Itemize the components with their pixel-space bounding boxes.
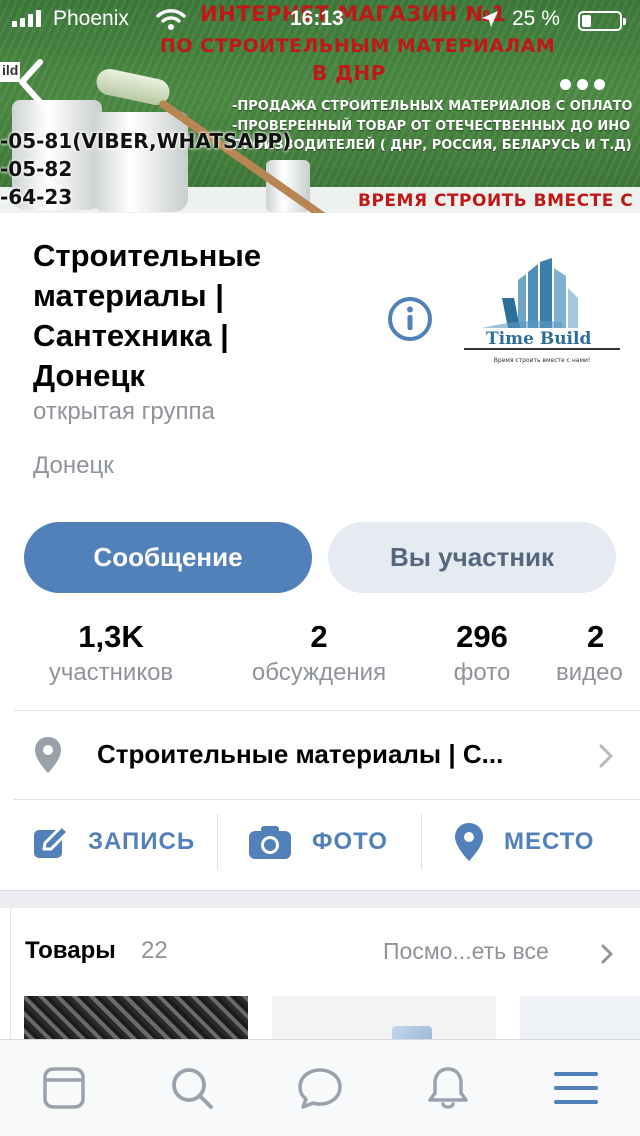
place-button[interactable]: МЕСТО: [454, 813, 594, 871]
counter-value: 2: [587, 619, 605, 654]
cover-bullet-2: -ПРОВЕРЕННЫЙ ТОВАР ОТ ОТЕЧЕСТВЕННЫХ ДО И…: [232, 119, 631, 134]
more-dot-icon: [576, 78, 588, 90]
back-button[interactable]: [14, 58, 54, 108]
more-dot-icon: [593, 78, 605, 90]
chevron-right-icon: [601, 944, 613, 964]
goods-count: 22: [141, 937, 168, 964]
wifi-icon: [156, 9, 186, 30]
cover-bullet-3: ПРОИЗВОДИТЕЛЕЙ ( ДНР, РОССИЯ, БЕЛАРУСЬ И…: [232, 138, 632, 153]
group-city: Донецк: [33, 452, 114, 479]
counter-label: участников: [48, 659, 174, 686]
info-icon[interactable]: [386, 295, 434, 343]
videos-counter[interactable]: 2 видео: [556, 617, 640, 689]
time-build-logo: Time Build Время строить вместе с нами!: [464, 258, 620, 364]
map-pin-icon: [455, 823, 483, 861]
place-label: МЕСТО: [504, 828, 595, 855]
camera-icon: [249, 826, 291, 859]
discussions-counter[interactable]: 2 обсуждения: [232, 617, 406, 689]
divider: [217, 814, 218, 870]
counter-label: фото: [453, 659, 511, 686]
members-counter[interactable]: 1,3K участников: [30, 617, 192, 689]
counter-label: обсуждения: [251, 659, 387, 686]
counter-label: видео: [556, 659, 623, 686]
view-all-goods-link[interactable]: Посмо...еть все: [383, 938, 549, 965]
logo-tagline: Время строить вместе с нами!: [494, 357, 591, 364]
location-arrow-icon: [482, 11, 498, 27]
logo-name: Time Build: [486, 329, 591, 349]
group-title: Строительные материалы | Сантехника | До…: [33, 238, 262, 393]
photo-label: ФОТО: [312, 828, 388, 855]
menu-icon[interactable]: [552, 1064, 600, 1112]
carrier-name: Phoenix: [53, 7, 129, 30]
news-feed-icon[interactable]: [40, 1064, 88, 1112]
group-avatar[interactable]: Time Build Время строить вместе с нами!: [462, 258, 622, 368]
message-button[interactable]: Сообщение: [24, 522, 312, 593]
cover-phone-2: -05-82: [0, 157, 73, 181]
photos-counter[interactable]: 296 фото: [440, 617, 524, 689]
photo-button[interactable]: ФОТО: [248, 813, 388, 871]
group-type: открытая группа: [33, 398, 215, 425]
notifications-bell-icon[interactable]: [424, 1064, 472, 1112]
status-time: 16:13: [290, 7, 344, 30]
chevron-left-icon: [19, 59, 43, 105]
chevron-right-icon: [599, 744, 613, 768]
search-icon[interactable]: [168, 1064, 216, 1112]
cover-bullet-1: -ПРОДАЖА СТРОИТЕЛЬНЫХ МАТЕРИАЛОВ С ОПЛАТ…: [232, 99, 633, 114]
address-text: Строительные материалы | С...: [97, 739, 504, 769]
map-pin-icon: [35, 737, 61, 773]
address-row[interactable]: Строительные материалы | С...: [0, 711, 640, 799]
goods-title: Товары: [25, 937, 116, 964]
counter-value: 1,3K: [78, 619, 144, 654]
edit-icon: [34, 824, 70, 858]
counter-value: 2: [310, 619, 328, 654]
status-bar: Phoenix 16:13 25 %: [0, 0, 640, 40]
bottom-tab-bar: [0, 1039, 640, 1136]
more-dot-icon: [559, 78, 571, 90]
cover-headline-3: В ДНР: [312, 61, 386, 85]
cover-phone-1: -05-81(VIBER,WHATSAPP): [0, 129, 292, 153]
new-post-button[interactable]: ЗАПИСЬ: [32, 813, 195, 871]
messages-icon[interactable]: [296, 1064, 344, 1112]
cellular-signal-icon: [12, 10, 41, 27]
cover-phone-3: -64-23: [0, 185, 73, 209]
divider: [14, 799, 640, 800]
counter-value: 296: [456, 619, 508, 654]
new-post-label: ЗАПИСЬ: [88, 828, 196, 855]
section-separator: [0, 890, 640, 908]
battery-icon: [578, 11, 626, 31]
cover-phones: -05-81(VIBER,WHATSAPP) -05-82 -64-23: [0, 127, 291, 211]
cover-slogan: ВРЕМЯ СТРОИТЬ ВМЕСТЕ С: [358, 191, 634, 211]
divider: [421, 814, 422, 870]
more-options-button[interactable]: [556, 70, 608, 98]
battery-percentage: 25 %: [512, 7, 560, 30]
member-status-button[interactable]: Вы участник: [328, 522, 616, 593]
